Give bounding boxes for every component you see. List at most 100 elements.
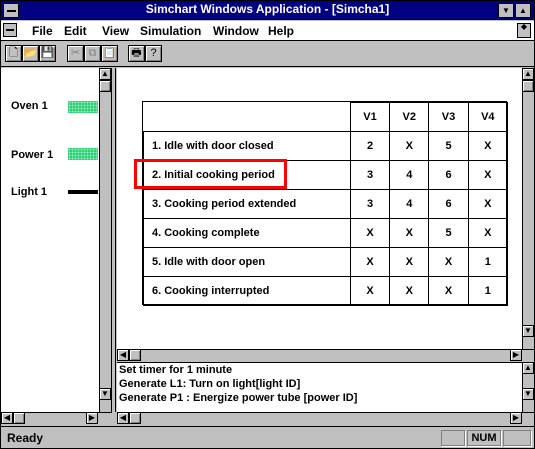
signal-trace-oven (68, 101, 98, 113)
scroll-up-arrow-icon[interactable]: ▲ (99, 68, 111, 80)
column-header-v2: V2 (389, 102, 430, 132)
document-system-menu-button[interactable] (3, 23, 17, 37)
signal-trace-light (68, 190, 98, 194)
scroll-thumb[interactable] (13, 412, 25, 424)
state-label[interactable]: 4. Cooking complete (143, 218, 351, 248)
new-file-button[interactable]: 🗋 (5, 45, 22, 62)
new-file-icon: 🗋 (9, 47, 18, 59)
restore-document-button[interactable]: ◆ (517, 23, 531, 38)
menu-simulation[interactable]: Simulation (140, 24, 201, 38)
document-menu-icon (6, 29, 14, 31)
menu-view[interactable]: View (102, 24, 129, 38)
scroll-right-arrow-icon[interactable]: ▶ (510, 349, 522, 361)
table-cell[interactable]: X (428, 276, 469, 306)
table-cell[interactable]: 3 (349, 160, 391, 190)
scroll-down-arrow-icon[interactable]: ▼ (99, 388, 111, 400)
window-title: Simchart Windows Application - [Simcha1] (145, 2, 390, 16)
table-cell[interactable]: 1 (467, 247, 509, 277)
print-button[interactable]: 🖶 (128, 45, 145, 62)
scroll-right-arrow-icon[interactable]: ▶ (86, 412, 98, 424)
table-cell[interactable]: X (349, 247, 391, 277)
num-lock-indicator: NUM (467, 430, 501, 446)
title-bar[interactable]: Simchart Windows Application - [Simcha1]… (1, 1, 534, 20)
scroll-left-arrow-icon[interactable]: ◀ (117, 412, 129, 424)
table-row[interactable]: 5. Idle with door open X X X 1 (143, 247, 509, 277)
table-cell[interactable]: X (349, 276, 391, 306)
toolbar: 🗋 📂 💾 ✂ ⧉ 📋 🖶 ? (1, 42, 534, 67)
paste-button[interactable]: 📋 (101, 45, 118, 62)
log-pane-horizontal-scrollbar[interactable]: ◀ ▶ (117, 412, 534, 424)
table-cell[interactable]: X (467, 218, 509, 248)
state-label[interactable]: 3. Cooking period extended (143, 189, 351, 219)
state-label[interactable]: 1. Idle with door closed (143, 131, 351, 161)
table-row[interactable]: 6. Cooking interrupted X X X 1 (143, 276, 509, 306)
table-cell[interactable]: X (428, 247, 469, 277)
table-row[interactable]: 4. Cooking complete X X 5 X (143, 218, 509, 248)
menu-help[interactable]: Help (268, 24, 294, 38)
copy-button[interactable]: ⧉ (84, 45, 101, 62)
scroll-thumb[interactable] (129, 412, 141, 424)
scroll-up-arrow-icon[interactable]: ▲ (522, 68, 534, 80)
signal-label-oven: Oven 1 (11, 100, 48, 112)
state-transition-table: V1 V2 V3 V4 1. Idle with door closed 2 X… (142, 101, 509, 306)
paste-icon: 📋 (102, 47, 117, 59)
table-cell[interactable]: X (349, 218, 391, 248)
table-pane-vertical-scrollbar[interactable]: ▲ ▼ (522, 68, 534, 349)
signal-pane-horizontal-scrollbar[interactable]: ◀ ▶ (1, 412, 112, 424)
minimize-button[interactable]: ▼ (498, 3, 514, 18)
menu-edit[interactable]: Edit (64, 24, 87, 38)
table-row[interactable]: 1. Idle with door closed 2 X 5 X (143, 131, 509, 161)
table-cell[interactable]: 4 (389, 160, 430, 190)
help-button[interactable]: ? (145, 45, 162, 62)
state-label[interactable]: 6. Cooking interrupted (143, 276, 351, 306)
signal-pane: Oven 1 Power 1 Light 1 ▲ ▼ (1, 68, 112, 412)
log-line: Generate P1 : Energize power tube [power… (119, 392, 358, 404)
scroll-left-arrow-icon[interactable]: ◀ (117, 349, 129, 361)
cut-icon: ✂ (70, 47, 81, 59)
table-row[interactable]: 3. Cooking period extended 3 4 6 X (143, 189, 509, 219)
table-cell[interactable]: 6 (428, 160, 469, 190)
maximize-button[interactable]: ▲ (515, 3, 531, 18)
scroll-thumb[interactable] (99, 80, 111, 92)
menu-bar: File Edit View Simulation Window Help ◆ (1, 21, 534, 41)
signal-pane-vertical-scrollbar[interactable]: ▲ ▼ (99, 68, 111, 412)
scroll-down-arrow-icon[interactable]: ▼ (522, 388, 534, 400)
table-cell[interactable]: 5 (428, 131, 469, 161)
pane-splitter[interactable] (112, 68, 116, 412)
table-cell[interactable]: X (389, 131, 430, 161)
column-header-v3: V3 (428, 102, 469, 132)
cut-button[interactable]: ✂ (67, 45, 84, 62)
table-cell[interactable]: X (467, 160, 509, 190)
minimize-icon: ▼ (502, 6, 510, 15)
scroll-thumb[interactable] (129, 349, 141, 361)
table-cell[interactable]: X (389, 218, 430, 248)
scroll-left-arrow-icon[interactable]: ◀ (1, 412, 13, 424)
table-cell[interactable]: X (467, 189, 509, 219)
scroll-right-arrow-icon[interactable]: ▶ (510, 412, 522, 424)
table-cell[interactable]: 3 (349, 189, 391, 219)
scroll-thumb[interactable] (522, 80, 534, 92)
scroll-down-arrow-icon[interactable]: ▼ (522, 325, 534, 337)
table-pane-horizontal-scrollbar[interactable]: ◀ ▶ (117, 349, 534, 361)
table-cell[interactable]: X (389, 247, 430, 277)
menu-file[interactable]: File (32, 24, 53, 38)
table-cell[interactable]: 6 (428, 189, 469, 219)
save-button[interactable]: 💾 (39, 45, 56, 62)
column-header-v1: V1 (349, 102, 391, 132)
table-cell[interactable]: 4 (389, 189, 430, 219)
signal-label-light: Light 1 (11, 186, 48, 198)
log-pane-vertical-scrollbar[interactable]: ▲ ▼ (522, 362, 534, 412)
status-text: Ready (7, 431, 44, 445)
state-label[interactable]: 5. Idle with door open (143, 247, 351, 277)
table-cell[interactable]: X (467, 131, 509, 161)
open-file-button[interactable]: 📂 (22, 45, 39, 62)
signal-label-power: Power 1 (11, 149, 54, 161)
scroll-up-arrow-icon[interactable]: ▲ (522, 362, 534, 374)
status-bar: Ready NUM (1, 426, 534, 448)
menu-window[interactable]: Window (213, 24, 259, 38)
table-cell[interactable]: X (389, 276, 430, 306)
table-cell[interactable]: 5 (428, 218, 469, 248)
column-header-v4: V4 (467, 102, 509, 132)
table-cell[interactable]: 2 (349, 131, 391, 161)
table-cell[interactable]: 1 (467, 276, 509, 306)
